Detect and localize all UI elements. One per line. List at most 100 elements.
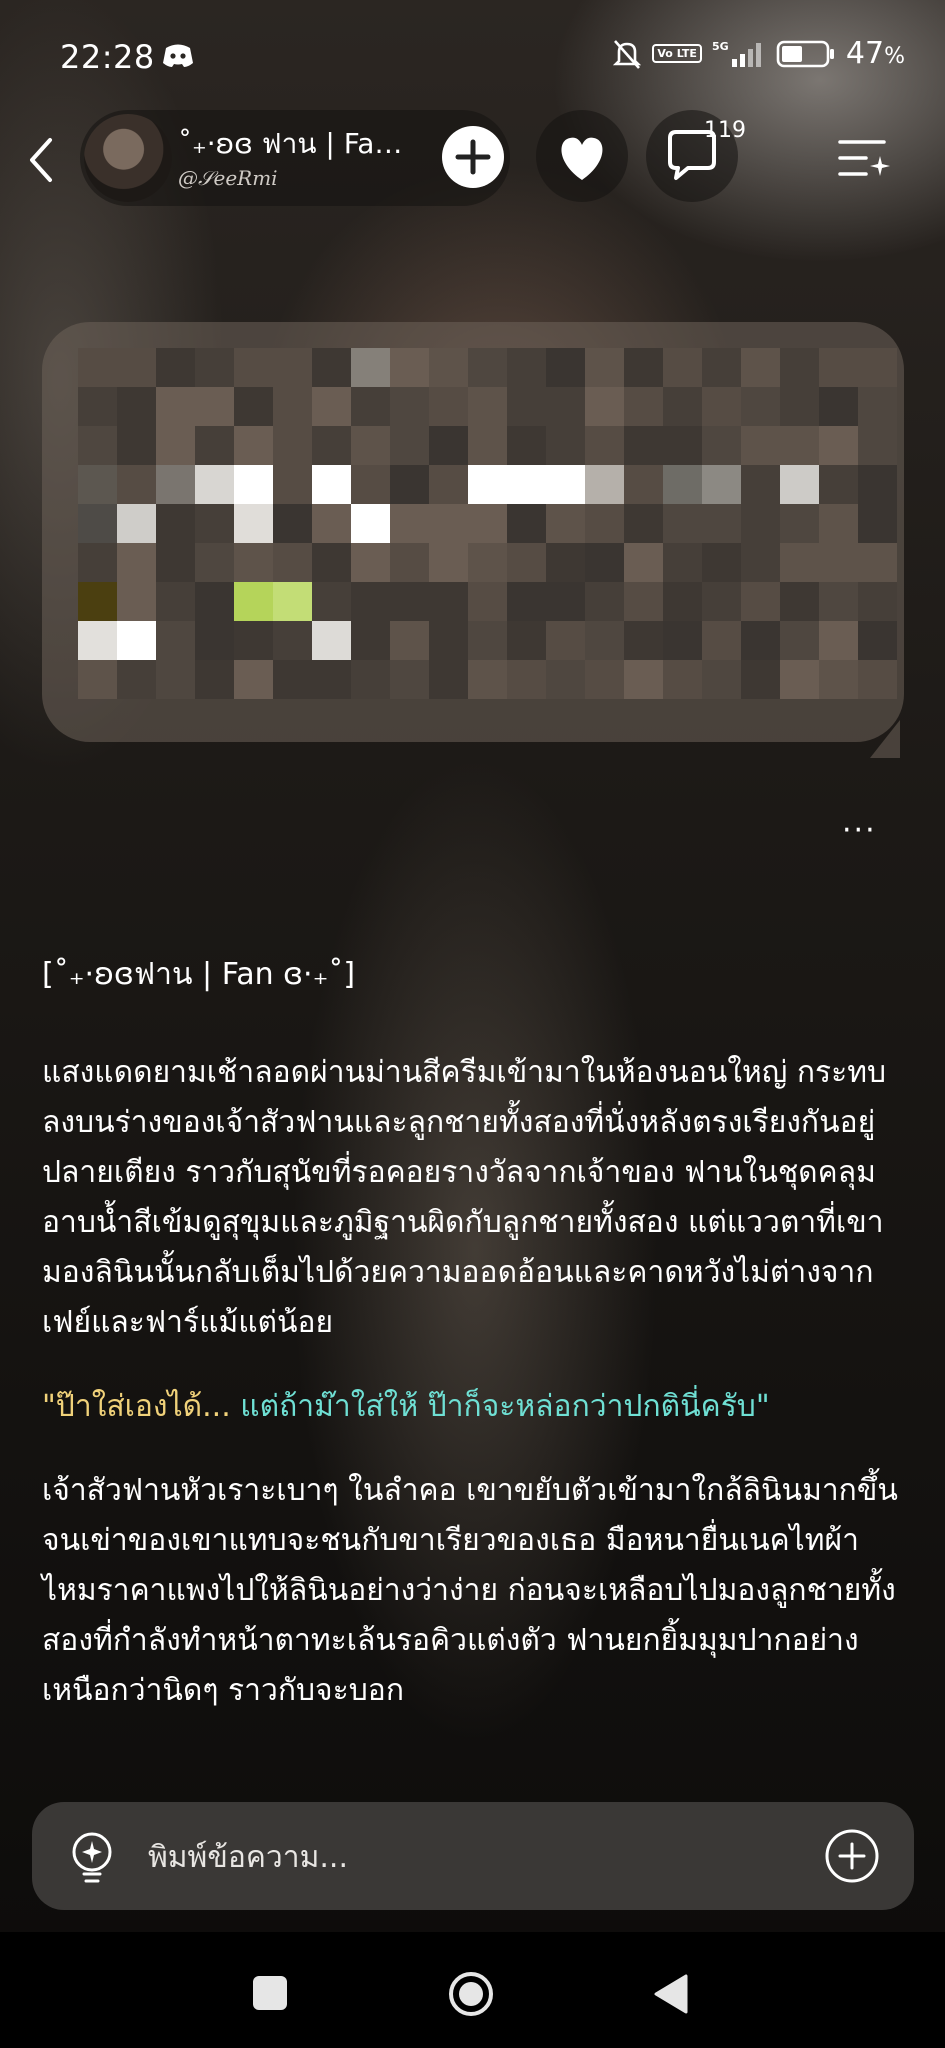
pixel-block (273, 387, 312, 426)
pixel-block (546, 387, 585, 426)
pixel-block (195, 465, 234, 504)
pixel-block (780, 621, 819, 660)
pixel-block (858, 387, 897, 426)
pixel-block (780, 348, 819, 387)
pixel-block (819, 660, 858, 699)
pixel-block (780, 660, 819, 699)
pixel-block (312, 426, 351, 465)
pixel-block (429, 465, 468, 504)
pixel-block (702, 387, 741, 426)
pixel-block (624, 543, 663, 582)
pixel-block (195, 504, 234, 543)
pixel-block (780, 426, 819, 465)
pixel-block (858, 621, 897, 660)
pixel-block (663, 465, 702, 504)
pixel-block (741, 582, 780, 621)
pixel-block (156, 621, 195, 660)
pixel-block (702, 543, 741, 582)
pixel-block (663, 426, 702, 465)
pixel-block (429, 660, 468, 699)
back-icon[interactable] (22, 132, 62, 188)
pixel-block (819, 504, 858, 543)
recent-apps-icon[interactable] (253, 1976, 287, 2010)
pixel-block (390, 348, 429, 387)
like-button[interactable] (536, 110, 628, 202)
pixel-block (546, 426, 585, 465)
pixel-block (624, 621, 663, 660)
pixel-block (780, 387, 819, 426)
dialogue-part-2: แต่ถ้าม๊าใส่ให้ ป๊าก็จะหล่อกว่าปกตินี่คร… (240, 1389, 770, 1424)
pixel-block (117, 387, 156, 426)
pixel-block (78, 582, 117, 621)
pixel-block (858, 465, 897, 504)
pixel-block (273, 582, 312, 621)
mute-bell-icon (613, 39, 642, 69)
censored-image-bubble (42, 322, 904, 742)
pixel-block (507, 582, 546, 621)
pixel-block (624, 387, 663, 426)
pixel-block (507, 660, 546, 699)
pixel-block (117, 348, 156, 387)
lightbulb-icon[interactable] (66, 1828, 118, 1886)
pixel-block (234, 426, 273, 465)
pixel-block (117, 543, 156, 582)
pixel-block (741, 426, 780, 465)
character-profile[interactable]: ˚₊·ʚɞ ฟาน | Fan ... @𝒮𝑒𝑒𝑅𝑚𝑖 (80, 110, 510, 206)
pixel-block (780, 543, 819, 582)
back-triangle-icon[interactable] (652, 1972, 690, 2016)
pixel-block (273, 465, 312, 504)
pixel-block (156, 543, 195, 582)
pixel-block (117, 465, 156, 504)
pixel-block (195, 621, 234, 660)
pixel-block (234, 543, 273, 582)
pixel-block (585, 348, 624, 387)
pixel-block (312, 348, 351, 387)
pixel-block (234, 504, 273, 543)
status-time: 22:28 (60, 38, 155, 76)
pixel-block (507, 426, 546, 465)
pixel-block (741, 504, 780, 543)
pixel-block (429, 426, 468, 465)
pixel-block (663, 660, 702, 699)
pixel-block (78, 387, 117, 426)
add-circle-icon[interactable] (824, 1828, 880, 1884)
pixel-block (663, 348, 702, 387)
pixel-block (624, 504, 663, 543)
message-input-bar: พิมพ์ข้อความ... (32, 1802, 914, 1910)
pixel-block (390, 543, 429, 582)
pixel-block (663, 582, 702, 621)
story-message: [˚₊·ʚɞฟาน | Fan ɞ·₊˚] แสงแดดยามเช้าลอดผ่… (42, 950, 910, 1750)
status-right-group: Vo LTE 5G 47% (612, 36, 905, 71)
battery-icon (776, 40, 834, 67)
pixel-block (546, 582, 585, 621)
list-sparkle-icon[interactable] (836, 134, 892, 184)
follow-plus-icon[interactable] (442, 126, 504, 188)
pixel-block (702, 582, 741, 621)
pixel-block (546, 504, 585, 543)
pixel-block (468, 543, 507, 582)
pixel-block (819, 543, 858, 582)
more-options-button[interactable]: ··· (842, 816, 892, 846)
pixel-block (429, 582, 468, 621)
pixel-block (312, 660, 351, 699)
pixel-block (351, 543, 390, 582)
profile-handle: @𝒮𝑒𝑒𝑅𝑚𝑖 (178, 166, 278, 190)
pixel-block (273, 543, 312, 582)
pixel-block (78, 426, 117, 465)
pixel-block (819, 582, 858, 621)
pixel-block (780, 504, 819, 543)
pixel-block (78, 465, 117, 504)
pixel-block (117, 621, 156, 660)
pixel-block (234, 387, 273, 426)
avatar[interactable] (84, 114, 172, 202)
pixel-block (780, 465, 819, 504)
pixel-block (663, 504, 702, 543)
message-input[interactable]: พิมพ์ข้อความ... (148, 1834, 348, 1881)
pixel-block (390, 582, 429, 621)
pixel-block (117, 660, 156, 699)
pixel-block (507, 543, 546, 582)
story-title: [˚₊·ʚɞฟาน | Fan ɞ·₊˚] (42, 957, 356, 992)
home-icon[interactable] (447, 1970, 495, 2018)
bubble-tail (850, 720, 900, 758)
volte-badge: Vo LTE (652, 44, 702, 63)
